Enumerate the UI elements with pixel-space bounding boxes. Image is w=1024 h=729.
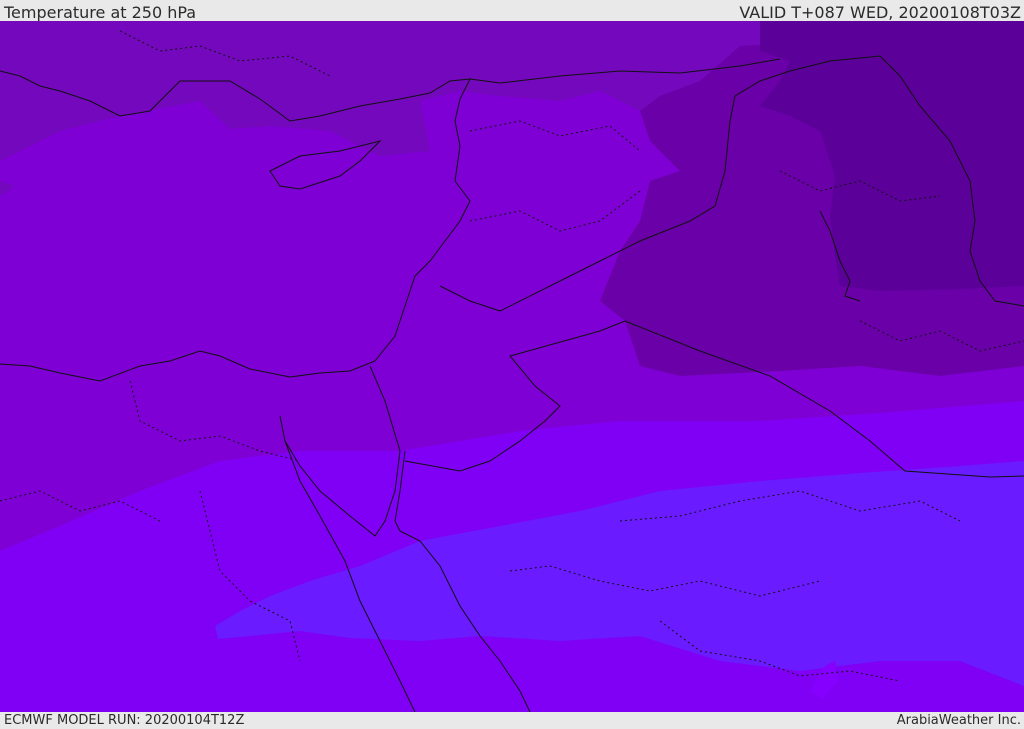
header-bar: Temperature at 250 hPa VALID T+087 WED, … <box>0 0 1024 22</box>
footer-bar: ECMWF MODEL RUN: 20200104T12Z ArabiaWeat… <box>0 712 1024 729</box>
page: Temperature at 250 hPa VALID T+087 WED, … <box>0 0 1024 729</box>
map-svg <box>0 21 1024 712</box>
model-run-label: ECMWF MODEL RUN: 20200104T12Z <box>4 713 245 728</box>
brand-label: ArabiaWeather Inc. <box>896 713 1021 728</box>
temperature-map[interactable] <box>0 21 1024 712</box>
